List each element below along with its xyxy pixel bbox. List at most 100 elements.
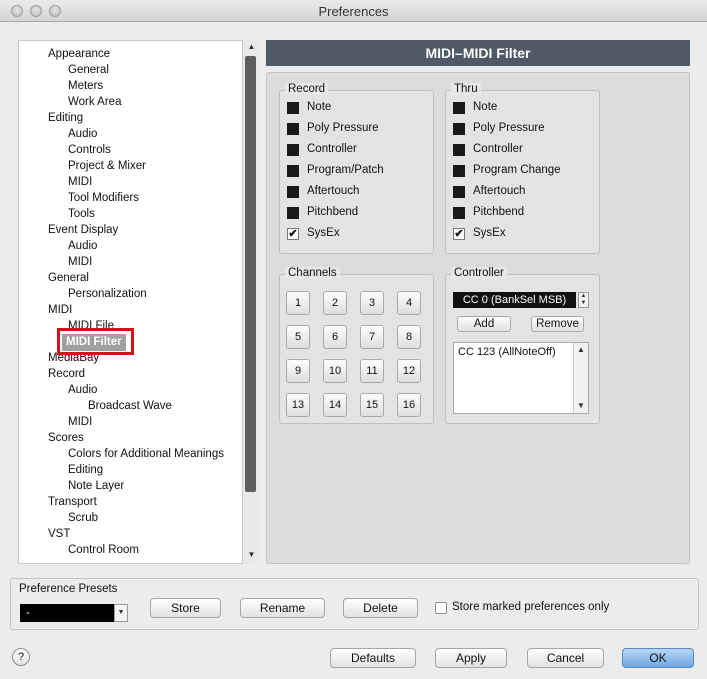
thru-checkbox[interactable]: [453, 165, 465, 177]
delete-button[interactable]: Delete: [343, 598, 418, 618]
rename-button[interactable]: Rename: [240, 598, 325, 618]
tree-item[interactable]: Broadcast Wave: [88, 398, 172, 414]
channel-button[interactable]: 9: [286, 359, 310, 383]
channel-button[interactable]: 15: [360, 393, 384, 417]
tree-scrollbar-thumb[interactable]: [245, 56, 256, 492]
tree-item[interactable]: Personalization: [68, 286, 147, 302]
defaults-button[interactable]: Defaults: [330, 648, 416, 668]
channel-button[interactable]: 14: [323, 393, 347, 417]
controller-list[interactable]: CC 123 (AllNoteOff): [453, 342, 589, 414]
thru-checkbox[interactable]: [453, 102, 465, 114]
controller-list-scrollbar[interactable]: ▲ ▼: [573, 343, 588, 413]
channel-button[interactable]: 7: [360, 325, 384, 349]
tree-item[interactable]: Scores: [48, 430, 84, 446]
controller-select[interactable]: CC 0 (BankSel MSB): [453, 292, 576, 308]
tree-item[interactable]: Transport: [48, 494, 97, 510]
tree-item[interactable]: Event Display: [48, 222, 118, 238]
thru-option-label: SysEx: [473, 227, 506, 239]
record-option-label: Pitchbend: [307, 206, 359, 218]
channel-button[interactable]: 6: [323, 325, 347, 349]
tree-item[interactable]: Editing: [68, 462, 103, 478]
store-marked-label: Store marked preferences only: [452, 601, 610, 613]
record-option-label: Controller: [307, 143, 357, 155]
channel-button[interactable]: 3: [360, 291, 384, 315]
tree-item[interactable]: Audio: [68, 126, 97, 142]
record-checkbox[interactable]: [287, 207, 299, 219]
channel-button[interactable]: 8: [397, 325, 421, 349]
tree-item[interactable]: MIDI: [68, 414, 92, 430]
tree-item[interactable]: Audio: [68, 382, 97, 398]
record-checkbox[interactable]: ✔: [287, 228, 299, 240]
preference-presets-label: Preference Presets: [19, 583, 118, 595]
channel-button[interactable]: 10: [323, 359, 347, 383]
tree-item[interactable]: Note Layer: [68, 478, 124, 494]
preset-select[interactable]: -: [20, 604, 114, 622]
tree-item[interactable]: Tools: [68, 206, 95, 222]
channel-button[interactable]: 4: [397, 291, 421, 315]
record-checkbox[interactable]: [287, 165, 299, 177]
tree-item[interactable]: Appearance: [48, 46, 110, 62]
store-button[interactable]: Store: [150, 598, 221, 618]
thru-option-label: Poly Pressure: [473, 122, 545, 134]
thru-option-label: Program Change: [473, 164, 561, 176]
channel-button[interactable]: 5: [286, 325, 310, 349]
tree-item[interactable]: VST: [48, 526, 70, 542]
thru-checkbox[interactable]: [453, 186, 465, 198]
title-bar: Preferences: [0, 0, 707, 22]
tree-item[interactable]: General: [48, 270, 89, 286]
add-controller-button[interactable]: Add: [457, 316, 511, 332]
record-checkbox[interactable]: [287, 102, 299, 114]
thru-option-label: Pitchbend: [473, 206, 525, 218]
channel-button[interactable]: 16: [397, 393, 421, 417]
channel-button[interactable]: 12: [397, 359, 421, 383]
channels-group-title: Channels: [285, 267, 340, 279]
tree-item[interactable]: Colors for Additional Meanings: [68, 446, 224, 462]
list-scroll-up-icon[interactable]: ▲: [574, 343, 588, 357]
tree-item[interactable]: Control Room: [68, 542, 139, 558]
cancel-button[interactable]: Cancel: [527, 648, 604, 668]
tree-item[interactable]: Controls: [68, 142, 111, 158]
remove-controller-button[interactable]: Remove: [531, 316, 584, 332]
record-option-label: Poly Pressure: [307, 122, 379, 134]
controller-stepper[interactable]: ▲ ▼: [578, 292, 589, 308]
list-scroll-down-icon[interactable]: ▼: [574, 399, 588, 413]
ok-button[interactable]: OK: [622, 648, 694, 668]
checkmark-icon: ✔: [288, 228, 298, 240]
preset-dropdown-icon[interactable]: ▼: [114, 604, 128, 622]
thru-checkbox[interactable]: [453, 144, 465, 156]
chevron-down-icon: ▼: [580, 300, 587, 306]
tree-item[interactable]: MIDI: [68, 174, 92, 190]
tree-item[interactable]: Record: [48, 366, 85, 382]
scroll-up-arrow-icon[interactable]: ▲: [244, 40, 259, 54]
tree-item[interactable]: Scrub: [68, 510, 98, 526]
tree-item[interactable]: Project & Mixer: [68, 158, 146, 174]
channel-button[interactable]: 13: [286, 393, 310, 417]
controller-list-item[interactable]: CC 123 (AllNoteOff): [458, 346, 556, 358]
help-button[interactable]: ?: [12, 648, 30, 666]
thru-checkbox[interactable]: [453, 207, 465, 219]
thru-option-label: Controller: [473, 143, 523, 155]
tree-item[interactable]: MIDI: [48, 302, 72, 318]
channel-button[interactable]: 11: [360, 359, 384, 383]
scroll-down-arrow-icon[interactable]: ▼: [244, 548, 259, 562]
apply-button[interactable]: Apply: [435, 648, 507, 668]
thru-group-title: Thru: [451, 83, 481, 95]
record-checkbox[interactable]: [287, 186, 299, 198]
thru-checkbox[interactable]: [453, 123, 465, 135]
tree-item[interactable]: MIDI: [68, 254, 92, 270]
tree-item[interactable]: Audio: [68, 238, 97, 254]
thru-option-label: Note: [473, 101, 498, 113]
tree-item[interactable]: Meters: [68, 78, 103, 94]
tree-item[interactable]: General: [68, 62, 109, 78]
channel-button[interactable]: 1: [286, 291, 310, 315]
store-marked-checkbox[interactable]: [435, 602, 447, 614]
checkmark-icon: ✔: [454, 228, 464, 240]
record-checkbox[interactable]: [287, 123, 299, 135]
tree-item[interactable]: Work Area: [68, 94, 121, 110]
record-group-title: Record: [285, 83, 329, 95]
tree-item[interactable]: Editing: [48, 110, 83, 126]
channel-button[interactable]: 2: [323, 291, 347, 315]
thru-checkbox[interactable]: ✔: [453, 228, 465, 240]
record-checkbox[interactable]: [287, 144, 299, 156]
tree-item[interactable]: Tool Modifiers: [68, 190, 139, 206]
